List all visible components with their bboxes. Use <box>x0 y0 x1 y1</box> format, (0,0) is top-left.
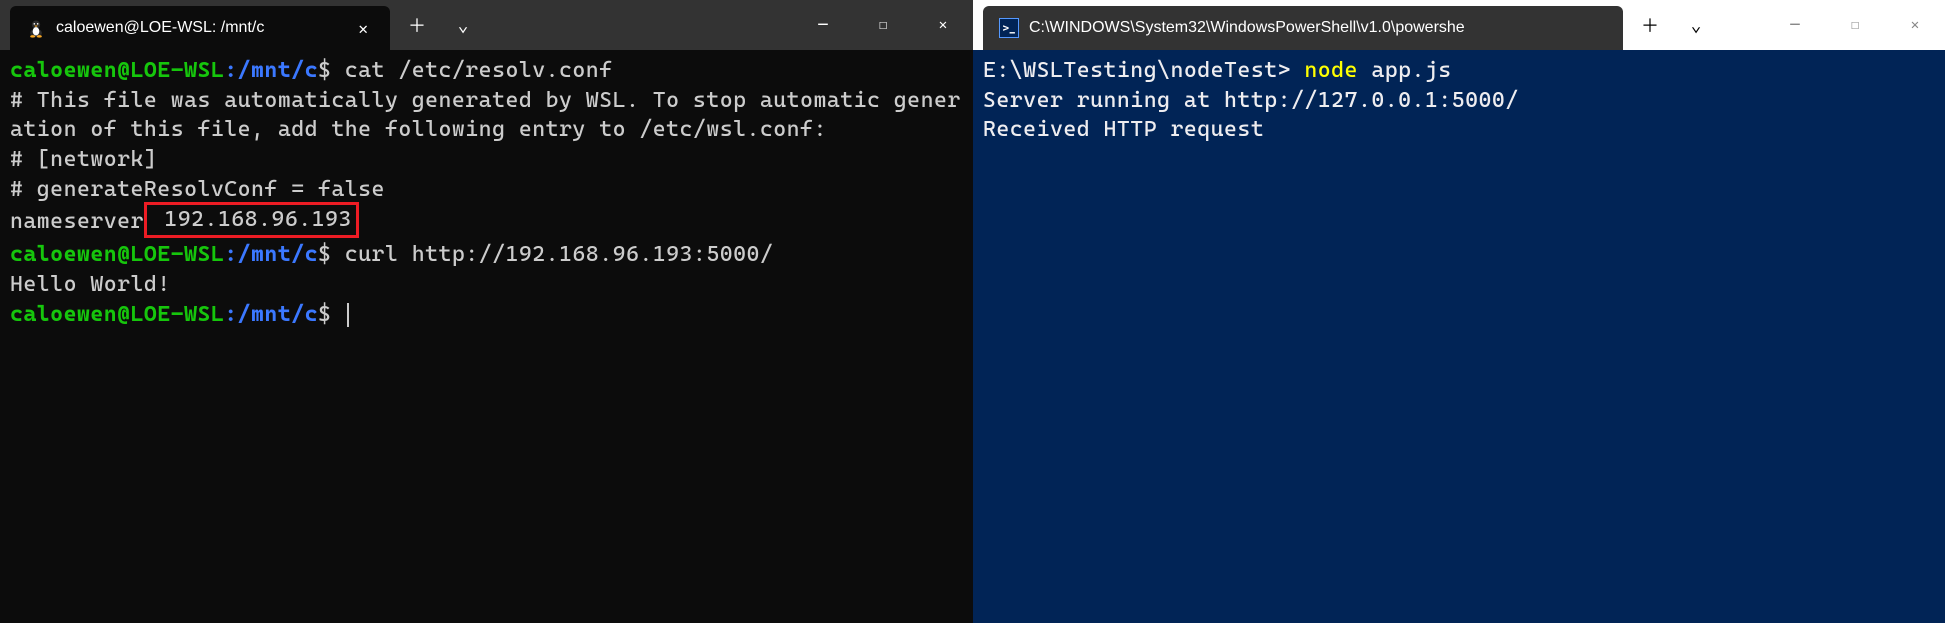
prompt-symbol: $ <box>318 58 331 83</box>
prompt-user: caloewen@LOE-WSL <box>10 302 224 327</box>
powershell-icon: >_ <box>999 18 1019 38</box>
terminal-line: caloewen@LOE-WSL:/mnt/c$ curl http://192… <box>10 240 963 270</box>
command-text: curl http://192.168.96.193:5000/ <box>345 242 774 267</box>
prompt-symbol: $ <box>318 242 331 267</box>
prompt-separator: : <box>224 242 237 267</box>
tab-title: C:\WINDOWS\System32\WindowsPowerShell\v1… <box>1029 19 1607 37</box>
tab-actions: ＋ ⌄ <box>394 3 486 47</box>
terminal-output: nameserver 192.168.96.193 <box>10 204 963 240</box>
tab-title: caloewen@LOE-WSL: /mnt/c <box>56 19 342 37</box>
titlebar[interactable]: caloewen@LOE-WSL: /mnt/c ✕ ＋ ⌄ ─ ☐ ✕ <box>0 0 973 50</box>
minimize-button[interactable]: ─ <box>793 3 853 47</box>
terminal-output: # [network] <box>10 145 963 175</box>
terminal-line: E:\WSLTesting\nodeTest> node app.js <box>983 56 1935 86</box>
prompt-user: caloewen@LOE-WSL <box>10 58 224 83</box>
nameserver-prefix: nameserver <box>10 209 144 234</box>
close-window-button[interactable]: ✕ <box>1885 3 1945 47</box>
powershell-window: >_ C:\WINDOWS\System32\WindowsPowerShell… <box>973 0 1945 623</box>
terminal-line: caloewen@LOE-WSL:/mnt/c$ <box>10 300 963 330</box>
cursor <box>347 303 349 327</box>
terminal-body-left[interactable]: caloewen@LOE-WSL:/mnt/c$ cat /etc/resolv… <box>0 50 973 623</box>
prompt-symbol: $ <box>318 302 331 327</box>
tab-powershell[interactable]: >_ C:\WINDOWS\System32\WindowsPowerShell… <box>983 6 1623 50</box>
wsl-terminal-window: caloewen@LOE-WSL: /mnt/c ✕ ＋ ⌄ ─ ☐ ✕ cal… <box>0 0 973 623</box>
ps-argument: app.js <box>1371 58 1451 83</box>
tab-close-button[interactable]: ✕ <box>352 17 374 40</box>
minimize-button[interactable]: ─ <box>1765 3 1825 47</box>
prompt-path: /mnt/c <box>238 58 318 83</box>
terminal-output: Received HTTP request <box>983 115 1935 145</box>
tab-dropdown-button[interactable]: ⌄ <box>440 3 486 47</box>
prompt-user: caloewen@LOE-WSL <box>10 242 224 267</box>
new-tab-button[interactable]: ＋ <box>1627 3 1673 47</box>
close-window-button[interactable]: ✕ <box>913 3 973 47</box>
prompt-path: /mnt/c <box>238 242 318 267</box>
highlighted-ip: 192.168.96.193 <box>144 202 359 238</box>
prompt-path: /mnt/c <box>238 302 318 327</box>
tab-dropdown-button[interactable]: ⌄ <box>1673 3 1719 47</box>
maximize-button[interactable]: ☐ <box>1825 3 1885 47</box>
terminal-output: # This file was automatically generated … <box>10 86 963 145</box>
terminal-output: Server running at http://127.0.0.1:5000/ <box>983 86 1935 116</box>
prompt-separator: : <box>224 58 237 83</box>
tab-actions: ＋ ⌄ <box>1627 3 1719 47</box>
terminal-line: caloewen@LOE-WSL:/mnt/c$ cat /etc/resolv… <box>10 56 963 86</box>
maximize-button[interactable]: ☐ <box>853 3 913 47</box>
terminal-output: # generateResolvConf = false <box>10 175 963 205</box>
terminal-output: Hello World! <box>10 270 963 300</box>
prompt-separator: : <box>224 302 237 327</box>
tab-wsl[interactable]: caloewen@LOE-WSL: /mnt/c ✕ <box>10 6 390 50</box>
window-controls: ─ ☐ ✕ <box>1765 3 1945 47</box>
new-tab-button[interactable]: ＋ <box>394 3 440 47</box>
titlebar[interactable]: >_ C:\WINDOWS\System32\WindowsPowerShell… <box>973 0 1945 50</box>
command-text: cat /etc/resolv.conf <box>345 58 613 83</box>
ps-prompt: E:\WSLTesting\nodeTest> <box>983 58 1291 83</box>
ps-command: node <box>1304 58 1358 83</box>
terminal-body-right[interactable]: E:\WSLTesting\nodeTest> node app.js Serv… <box>973 50 1945 623</box>
window-controls: ─ ☐ ✕ <box>793 3 973 47</box>
tux-icon <box>26 18 46 38</box>
